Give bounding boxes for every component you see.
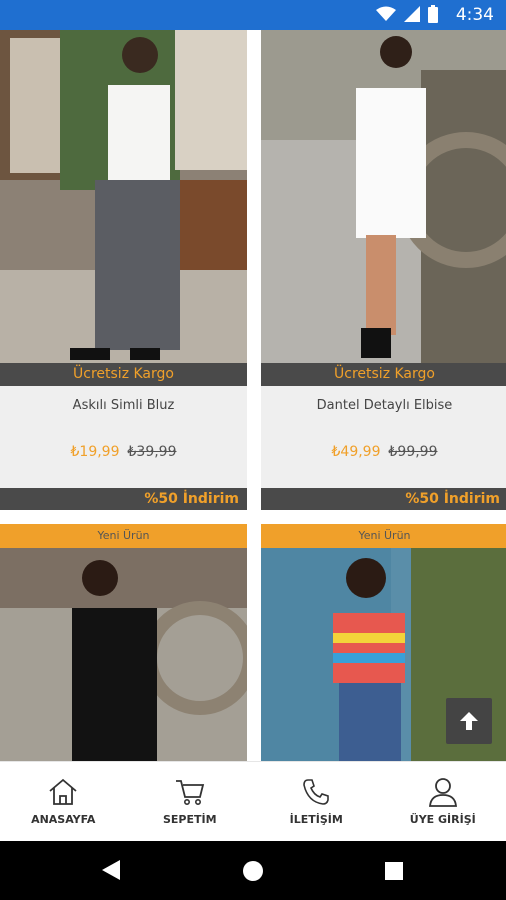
nav-contact-label: İLETİŞİM: [289, 813, 343, 826]
nav-home-label: ANASAYFA: [31, 813, 96, 826]
old-price: ₺39,99: [127, 444, 177, 460]
free-shipping-badge: Ücretsiz Kargo: [261, 363, 506, 386]
user-icon: [428, 778, 457, 807]
product-card[interactable]: Ücretsiz Kargo Askılı Simli Bluz ₺19,99 ₺…: [0, 30, 247, 510]
product-card[interactable]: Yeni Ürün: [0, 524, 247, 761]
recent-apps-icon[interactable]: [385, 862, 403, 880]
status-bar: 4:34: [0, 0, 506, 30]
home-icon: [49, 778, 77, 805]
old-price: ₺99,99: [388, 444, 438, 460]
home-button-icon[interactable]: [243, 861, 263, 881]
product-price: ₺19,99 ₺39,99: [0, 444, 247, 460]
current-price: ₺49,99: [331, 444, 381, 460]
battery-icon: [428, 5, 438, 23]
phone-icon: [303, 779, 330, 805]
product-card[interactable]: Ücretsiz Kargo Dantel Detaylı Elbise ₺49…: [261, 30, 506, 510]
nav-cart[interactable]: SEPETİM: [127, 762, 254, 841]
status-time: 4:34: [455, 5, 494, 25]
free-shipping-badge: Ücretsiz Kargo: [0, 363, 247, 386]
discount-badge: %50 İndirim: [261, 488, 506, 510]
nav-home[interactable]: ANASAYFA: [0, 762, 127, 841]
product-info: Dantel Detaylı Elbise ₺49,99 ₺99,99: [261, 386, 506, 488]
product-image: [261, 30, 506, 363]
back-icon[interactable]: [100, 858, 122, 882]
product-info: Askılı Simli Bluz ₺19,99 ₺39,99: [0, 386, 247, 488]
wifi-icon: [376, 6, 396, 21]
arrow-up-icon: [460, 712, 478, 730]
nav-cart-label: SEPETİM: [162, 813, 217, 826]
nav-contact[interactable]: İLETİŞİM: [253, 762, 380, 841]
product-grid: Ücretsiz Kargo Askılı Simli Bluz ₺19,99 ₺…: [0, 30, 506, 761]
product-name: Askılı Simli Bluz: [72, 398, 175, 413]
status-icons: [376, 5, 438, 23]
system-navigation-bar: [0, 841, 506, 900]
new-product-badge: Yeni Ürün: [0, 524, 247, 548]
product-image: [0, 548, 247, 761]
product-price: ₺49,99 ₺99,99: [261, 444, 506, 460]
bottom-navigation: ANASAYFA SEPETİM İLETİŞİM ÜYE GİRİŞİ: [0, 761, 506, 841]
current-price: ₺19,99: [70, 444, 120, 460]
discount-badge: %50 İndirim: [0, 488, 247, 510]
new-product-badge: Yeni Ürün: [261, 524, 506, 548]
nav-login[interactable]: ÜYE GİRİŞİ: [380, 762, 506, 841]
cart-icon: [175, 780, 204, 805]
product-name: Dantel Detaylı Elbise: [316, 398, 453, 413]
scroll-to-top-button[interactable]: [446, 698, 492, 744]
nav-login-label: ÜYE GİRİŞİ: [409, 813, 476, 826]
product-image: [0, 30, 247, 363]
signal-icon: [404, 6, 420, 22]
